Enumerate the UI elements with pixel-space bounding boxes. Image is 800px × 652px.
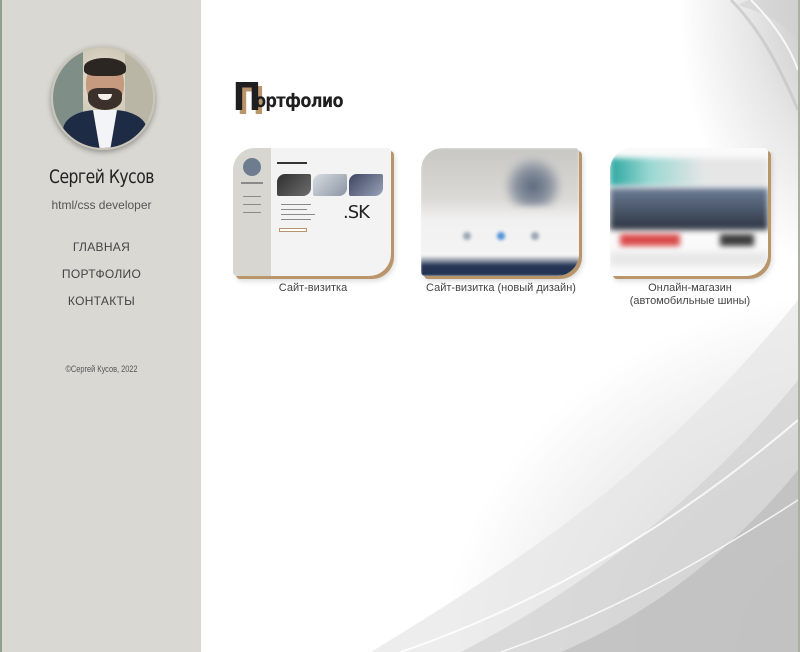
portfolio-card-online-shop[interactable]: Онлайн-магазин (автомобильные шины) [610,148,770,308]
portfolio-thumbnail[interactable]: .SK [233,148,391,276]
sidebar: Сергей Кусов html/css developer ГЛАВНАЯ … [2,0,201,652]
thumb-logo: .SK [343,202,370,223]
portfolio-thumbnail[interactable] [610,148,768,276]
portfolio-caption: Онлайн-магазин (автомобильные шины) [629,282,751,307]
avatar [51,46,155,150]
portfolio-caption: Сайт-визитка [278,282,348,294]
copyright: ©Сергей Кусов, 2022 [65,364,138,374]
portfolio-thumbnail[interactable] [421,148,579,276]
title-text: ортфолио [255,90,344,112]
portfolio-card-business-card[interactable]: .SK Сайт-визитка [233,148,393,295]
nav-link-home[interactable]: ГЛАВНАЯ [2,240,201,267]
portfolio-caption: Сайт-визитка (новый дизайн) [426,282,576,294]
author-name: Сергей Кусов [49,166,154,188]
nav-link-contacts[interactable]: КОНТАКТЫ [2,294,201,321]
author-role: html/css developer [51,198,152,212]
page-title: П П ортфолио [231,76,358,120]
portfolio-card-business-card-new[interactable]: Сайт-визитка (новый дизайн) [421,148,581,295]
main-nav: ГЛАВНАЯ ПОРТФОЛИО КОНТАКТЫ [2,240,201,321]
nav-link-portfolio[interactable]: ПОРТФОЛИО [2,267,201,294]
